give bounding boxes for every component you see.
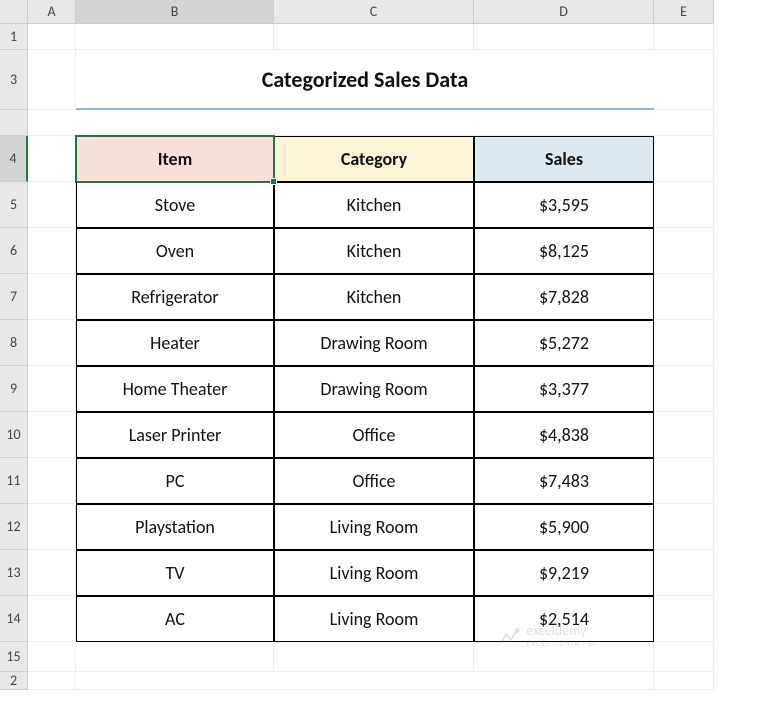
cell-B15[interactable] [76,642,274,672]
cell-category-9[interactable]: Living Room [274,596,474,642]
page-title: Categorized Sales Data [76,50,654,110]
cell-E4[interactable] [654,136,714,182]
cell-A3[interactable] [28,50,76,110]
cell-item-9[interactable]: AC [76,596,274,642]
cell-category-7[interactable]: Living Room [274,504,474,550]
cell-A14[interactable] [28,596,76,642]
cell-B1[interactable] [76,24,274,50]
row-header-3[interactable]: 3 [0,50,28,110]
cell-D15[interactable] [474,642,654,672]
row-header-5[interactable]: 5 [0,182,28,228]
cell-item-2[interactable]: Refrigerator [76,274,274,320]
cell-A15[interactable] [28,642,76,672]
row-header-4[interactable] [0,110,28,136]
cell-E5[interactable] [654,182,714,228]
row-header-12[interactable]: 12 [0,504,28,550]
gap-row[interactable] [28,110,714,136]
col-header-D[interactable]: D [474,0,654,24]
cell-A4[interactable] [28,136,76,182]
cell-item-6[interactable]: PC [76,458,274,504]
row-header-14[interactable]: 14 [0,596,28,642]
row-header-15[interactable]: 15 [0,642,28,672]
row-header-7[interactable]: 7 [0,274,28,320]
select-all-corner[interactable] [0,0,28,24]
row-header-8[interactable]: 8 [0,320,28,366]
cell-sales-5[interactable]: $4,838 [474,412,654,458]
cell-A10[interactable] [28,412,76,458]
col-header-E[interactable]: E [654,0,714,24]
cell-E11[interactable] [654,458,714,504]
cell-sales-9[interactable]: $2,514 [474,596,654,642]
cell-C15[interactable] [274,642,474,672]
row-header-11[interactable]: 11 [0,458,28,504]
cell-E8[interactable] [654,320,714,366]
cell-A7[interactable] [28,274,76,320]
cell-E2[interactable] [654,672,714,690]
cell-E7[interactable] [654,274,714,320]
cell-D1[interactable] [474,24,654,50]
cell-category-4[interactable]: Drawing Room [274,366,474,412]
row-header-13[interactable]: 13 [0,550,28,596]
header-item-label: Item [158,148,193,170]
cell-A1[interactable] [28,24,76,50]
cell-item-0[interactable]: Stove [76,182,274,228]
cell-sales-2[interactable]: $7,828 [474,274,654,320]
header-sales[interactable]: Sales [474,136,654,182]
cell-A8[interactable] [28,320,76,366]
cell-category-1[interactable]: Kitchen [274,228,474,274]
cell-E13[interactable] [654,550,714,596]
cell-item-7[interactable]: Playstation [76,504,274,550]
cell-sales-6[interactable]: $7,483 [474,458,654,504]
cell-E15[interactable] [654,642,714,672]
cell-A11[interactable] [28,458,76,504]
cell-item-1[interactable]: Oven [76,228,274,274]
cell-sales-1[interactable]: $8,125 [474,228,654,274]
cell-A5[interactable] [28,182,76,228]
cell-C1[interactable] [274,24,474,50]
row-header-10[interactable]: 10 [0,412,28,458]
cell-A6[interactable] [28,228,76,274]
cell-A9[interactable] [28,366,76,412]
cell-sales-8[interactable]: $9,219 [474,550,654,596]
cell-item-3[interactable]: Heater [76,320,274,366]
cell-category-5[interactable]: Office [274,412,474,458]
col-header-A[interactable]: A [28,0,76,24]
cell-category-2[interactable]: Kitchen [274,274,474,320]
cell-sales-7[interactable]: $5,900 [474,504,654,550]
cell-E3[interactable] [654,50,714,110]
cell-E14[interactable] [654,596,714,642]
cell-E12[interactable] [654,504,714,550]
cell-sales-0[interactable]: $3,595 [474,182,654,228]
spreadsheet-grid: A B C D E 1 2 3 Categorized Sales Data 4… [0,0,767,690]
cell-A13[interactable] [28,550,76,596]
cell-E10[interactable] [654,412,714,458]
header-item[interactable]: Item [76,136,274,182]
cell-E9[interactable] [654,366,714,412]
cell-sales-3[interactable]: $5,272 [474,320,654,366]
cell-category-3[interactable]: Drawing Room [274,320,474,366]
row-header-1[interactable]: 1 [0,24,28,50]
header-category[interactable]: Category [274,136,474,182]
col-header-B[interactable]: B [76,0,274,24]
cell-A12[interactable] [28,504,76,550]
cell-B2-merged[interactable] [76,672,654,690]
cell-item-8[interactable]: TV [76,550,274,596]
col-header-C[interactable]: C [274,0,474,24]
cell-category-6[interactable]: Office [274,458,474,504]
row-header-6[interactable]: 6 [0,228,28,274]
cell-item-5[interactable]: Laser Printer [76,412,274,458]
cell-A2[interactable] [28,672,76,690]
row-header-9[interactable]: 9 [0,366,28,412]
row-header-4b[interactable]: 4 [0,136,28,182]
cell-category-8[interactable]: Living Room [274,550,474,596]
row-header-2[interactable]: 2 [0,672,28,690]
fill-handle[interactable] [270,178,277,185]
cell-E1[interactable] [654,24,714,50]
cell-category-0[interactable]: Kitchen [274,182,474,228]
cell-sales-4[interactable]: $3,377 [474,366,654,412]
cell-item-4[interactable]: Home Theater [76,366,274,412]
cell-E6[interactable] [654,228,714,274]
